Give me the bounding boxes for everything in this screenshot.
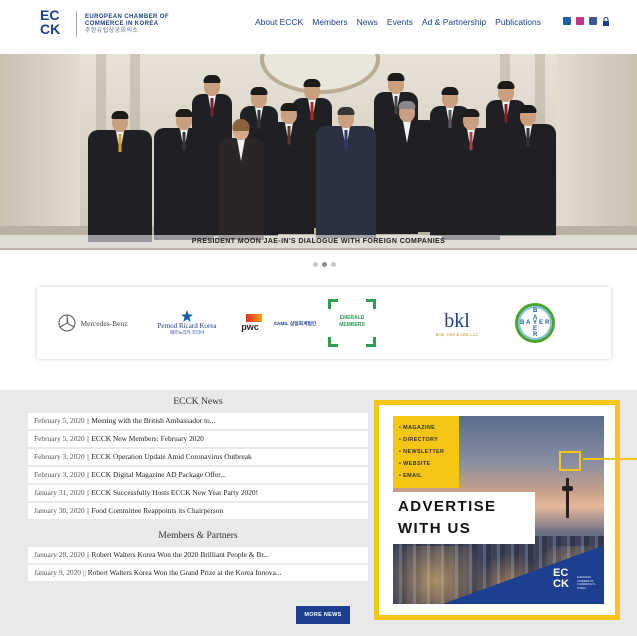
- logo-text: EUROPEAN CHAMBER OF COMMERCE IN KOREA 주한…: [85, 14, 169, 35]
- instagram-icon[interactable]: [576, 17, 584, 25]
- bayer-letter: A: [526, 320, 531, 326]
- news-panel: ECCK News February 5, 2020 || Meeting wi…: [28, 397, 368, 583]
- hero-person: [500, 105, 556, 236]
- ad-ecck-logo: EC CK: [553, 568, 569, 590]
- annotation-pointer-line: [583, 458, 637, 460]
- hero-person: [264, 103, 314, 234]
- news-item[interactable]: January 30, 2020 || Food Committee Reapp…: [28, 503, 368, 519]
- logo-ck: CK: [40, 21, 61, 37]
- main-nav: About ECCK Members News Events Ad & Part…: [255, 17, 541, 27]
- logo-divider: [76, 11, 77, 37]
- news-item[interactable]: February 3, 2020 || ECCK Operation Updat…: [28, 449, 368, 465]
- ad-blue-corner: [393, 541, 604, 604]
- advertise-banner[interactable]: • MAGAZINE • DIRECTORY • NEWSLETTER • WE…: [393, 416, 604, 604]
- emerald-frame: EMERALD MEMBERS: [328, 299, 376, 347]
- logo-ec: EC: [40, 7, 60, 23]
- ad-logo-ck: CK: [553, 578, 569, 590]
- ecck-logo[interactable]: EC CK EUROPEAN CHAMBER OF COMMERCE IN KO…: [40, 8, 169, 40]
- mercedes-label: Mercedes-Benz: [80, 318, 128, 328]
- news-item[interactable]: February 3, 2020 || ECCK Digital Magazin…: [28, 467, 368, 483]
- bayer-letter: R: [533, 332, 538, 338]
- emerald-label: EMERALD MEMBERS: [339, 315, 365, 328]
- bayer-letter: R: [545, 320, 550, 326]
- ad-headline-line1: ADVERTISE: [398, 498, 497, 515]
- linkedin-icon[interactable]: [563, 17, 571, 25]
- hero-wall-left: [0, 54, 80, 250]
- site-header: EC CK EUROPEAN CHAMBER OF COMMERCE IN KO…: [0, 0, 637, 48]
- ad-menu-list: • MAGAZINE • DIRECTORY • NEWSLETTER • WE…: [393, 416, 459, 488]
- slider-dots: [313, 262, 336, 267]
- partner-news-item[interactable]: January 28, 2020 || Robert Walters Korea…: [28, 547, 368, 563]
- pwc-label: pwc: [241, 322, 259, 332]
- hero-person: [316, 107, 376, 238]
- bkl-sub: BAE, KIM & LEE LLC: [435, 331, 479, 337]
- emerald-members-badge: EMERALD MEMBERS: [325, 287, 379, 359]
- ad-headline-line2: WITH US: [398, 520, 472, 537]
- ad-tower: [566, 478, 569, 518]
- logo-mark: EC CK: [40, 8, 70, 40]
- ad-tower-top: [562, 486, 573, 491]
- hero-caption: PRESIDENT MOON JAE-IN'S DIALOGUE WITH FO…: [0, 235, 637, 248]
- nav-ad-partnership[interactable]: Ad & Partnership: [422, 17, 486, 27]
- social-links: [563, 17, 610, 26]
- bkl-label: bkl: [444, 309, 470, 332]
- ad-menu-item: • MAGAZINE: [399, 425, 436, 431]
- hero-person: [88, 111, 152, 242]
- nav-events[interactable]: Events: [387, 17, 413, 27]
- bayer-letter: B: [520, 320, 525, 326]
- partners-news-title: Members & Partners: [158, 531, 238, 541]
- hero-person: [154, 109, 214, 240]
- samil-label: SAMIL 삼일회계법인: [273, 321, 317, 327]
- partner-pwc[interactable]: pwc: [235, 287, 265, 359]
- ad-menu-item: • NEWSLETTER: [399, 449, 445, 455]
- slider-dot[interactable]: [313, 262, 318, 267]
- ad-menu-item: • WEBSITE: [399, 461, 431, 467]
- ad-menu-item: • DIRECTORY: [399, 437, 439, 443]
- bayer-letter: B: [533, 308, 538, 314]
- bayer-letter: E: [539, 320, 544, 326]
- pwc-mark-icon: [246, 314, 262, 322]
- hero-person: [218, 119, 264, 240]
- ad-menu-item: • EMAIL: [399, 473, 422, 479]
- nav-publications[interactable]: Publications: [495, 17, 541, 27]
- bayer-cross-icon: B A B A Y E R E R: [515, 303, 555, 343]
- slider-dot[interactable]: [331, 262, 336, 267]
- hero-slider[interactable]: PRESIDENT MOON JAE-IN'S DIALOGUE WITH FO…: [0, 54, 637, 250]
- partner-mercedes[interactable]: Mercedes-Benz: [51, 287, 135, 359]
- ad-headline: ADVERTISE WITH US: [393, 492, 535, 544]
- pernod-star-icon: [181, 310, 193, 322]
- partner-samil[interactable]: SAMIL 삼일회계법인: [267, 287, 323, 359]
- pernod-korean: 페르노리카 코리아: [169, 330, 205, 335]
- facebook-icon[interactable]: [589, 17, 597, 25]
- hero-wall-right: [557, 54, 637, 250]
- partner-news-item[interactable]: January 9, 2020 || Robert Walters Korea …: [28, 565, 368, 581]
- logo-korean: 주한유럽상공회의소: [85, 27, 139, 34]
- news-item[interactable]: February 5, 2020 || ECCK New Members: Fe…: [28, 431, 368, 447]
- emerald-partners-strip: Mercedes-Benz Pernod Ricard Korea 페르노리카 …: [37, 287, 611, 359]
- lock-icon[interactable]: [602, 17, 610, 26]
- logo-line2: COMMERCE IN KOREA: [85, 20, 159, 27]
- news-title: ECCK News: [173, 397, 223, 407]
- nav-news[interactable]: News: [357, 17, 378, 27]
- ad-logo-text: EUROPEAN CHAMBER OF COMMERCE IN KOREA: [577, 576, 596, 590]
- nav-members[interactable]: Members: [312, 17, 347, 27]
- partner-pernod[interactable]: Pernod Ricard Korea 페르노리카 코리아: [141, 287, 233, 359]
- news-item[interactable]: February 5, 2020 || Meeting with the Bri…: [28, 413, 368, 429]
- pernod-label: Pernod Ricard Korea: [157, 322, 217, 330]
- partner-bkl[interactable]: bkl BAE, KIM & LEE LLC: [417, 287, 497, 359]
- logo-line1: EUROPEAN CHAMBER OF: [85, 13, 169, 20]
- nav-about[interactable]: About ECCK: [255, 17, 303, 27]
- partner-bayer[interactable]: B A B A Y E R E R: [509, 287, 561, 359]
- hero-person: [442, 109, 500, 240]
- mercedes-star-icon: [58, 314, 76, 332]
- hero-person: [376, 101, 438, 232]
- ad-hotspot-marker: [559, 451, 581, 471]
- slider-dot-active[interactable]: [322, 262, 327, 267]
- more-news-button[interactable]: MORE NEWS: [296, 606, 350, 624]
- news-item[interactable]: January 31, 2020 || ECCK Successfully Ho…: [28, 485, 368, 501]
